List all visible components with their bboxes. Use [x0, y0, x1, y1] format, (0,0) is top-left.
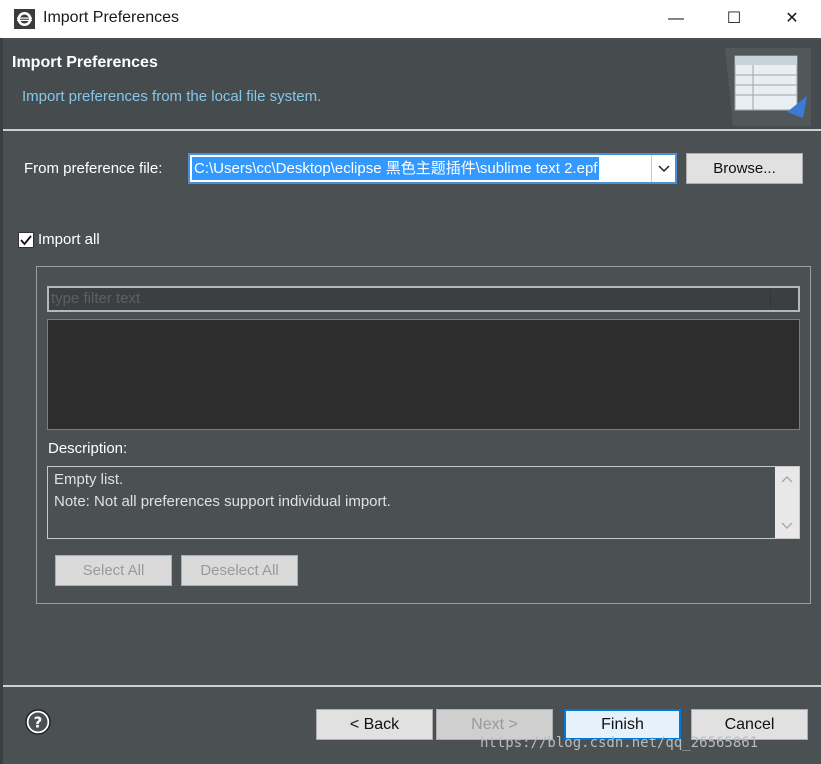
select-all-button[interactable]: Select All — [55, 555, 172, 586]
close-button[interactable]: ✕ — [763, 0, 821, 38]
import-all-checkbox[interactable] — [18, 232, 34, 248]
description-line-1: Empty list. — [54, 471, 124, 488]
maximize-button[interactable]: ☐ — [705, 0, 763, 38]
import-all-label[interactable]: Import all — [38, 231, 100, 248]
preference-file-combo[interactable]: C:\Users\cc\Desktop\eclipse 黑色主题插件\subli… — [188, 153, 677, 184]
description-line-2: Note: Not all preferences support indivi… — [54, 493, 391, 510]
window-left-edge — [0, 38, 3, 764]
page-description: Import preferences from the local file s… — [22, 88, 322, 105]
eclipse-app-icon — [14, 9, 35, 29]
filter-input[interactable]: type filter text — [47, 286, 800, 312]
deselect-all-button[interactable]: Deselect All — [181, 555, 298, 586]
import-wizard-banner-icon — [725, 48, 811, 126]
description-text-area[interactable]: Empty list. Note: Not all preferences su… — [47, 466, 800, 539]
from-file-label: From preference file: — [24, 160, 163, 177]
filter-placeholder: type filter text — [51, 290, 141, 307]
header-separator — [3, 129, 821, 131]
title-bar: Import Preferences — ☐ ✕ — [0, 0, 821, 38]
preference-file-value[interactable]: C:\Users\cc\Desktop\eclipse 黑色主题插件\subli… — [192, 157, 600, 180]
browse-button[interactable]: Browse... — [686, 153, 803, 184]
preferences-group — [36, 266, 811, 604]
description-label: Description: — [48, 440, 128, 457]
filter-clear-area — [770, 291, 771, 308]
footer-separator — [3, 685, 821, 687]
chevron-down-icon[interactable] — [651, 155, 675, 182]
page-title: Import Preferences — [12, 54, 158, 71]
minimize-button[interactable]: — — [647, 0, 705, 38]
window-title: Import Preferences — [43, 9, 180, 26]
description-scrollbar[interactable] — [775, 467, 799, 538]
help-icon[interactable]: ? — [24, 708, 52, 736]
checkmark-icon — [20, 235, 32, 246]
watermark: https://blog.csdn.net/qq_26565861 — [480, 735, 759, 751]
preferences-tree[interactable] — [47, 319, 800, 430]
back-button[interactable]: < Back — [316, 709, 433, 740]
svg-text:?: ? — [34, 714, 43, 732]
